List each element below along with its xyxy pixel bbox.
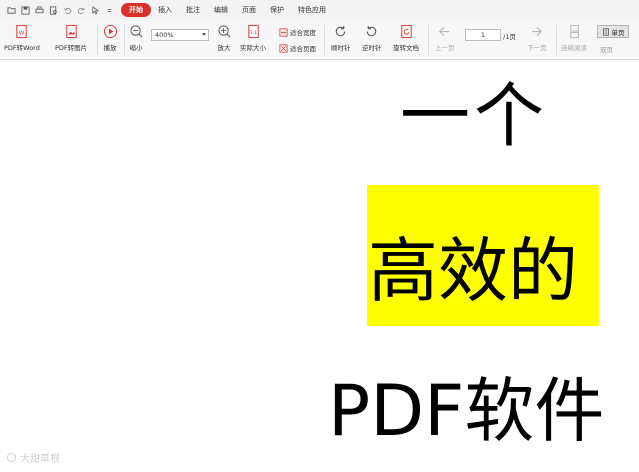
rotate-counterclockwise-icon (364, 23, 380, 39)
fit-width-icon (279, 27, 288, 37)
zoom-in-icon (216, 23, 232, 39)
quick-access-toolbar (0, 5, 115, 16)
play-button[interactable]: 播放 (102, 23, 118, 52)
tab-protect[interactable]: 保护 (263, 3, 291, 17)
previous-page-button[interactable]: 上一页 (435, 23, 455, 52)
svg-text:W: W (19, 30, 25, 36)
fit-page-button[interactable]: 适合页面 (279, 43, 316, 53)
ribbon-separator (97, 25, 98, 55)
rotate-document-icon (398, 23, 414, 39)
ribbon-toolbar: W PDF转Word PDF转图片 播放 缩小 400% 放大 1:1 实际大小… (0, 20, 639, 60)
page-total-label: /1页 (503, 33, 516, 41)
play-icon (102, 23, 118, 39)
redo-icon[interactable] (76, 5, 87, 16)
tab-insert[interactable]: 插入 (151, 3, 179, 17)
next-page-button[interactable]: 下一页 (527, 23, 547, 52)
cursor-tool-icon[interactable] (90, 5, 101, 16)
arrow-left-icon (437, 23, 453, 39)
tab-features[interactable]: 特色应用 (291, 3, 333, 17)
actual-size-icon: 1:1 (245, 23, 261, 39)
fit-page-icon (279, 43, 288, 53)
ribbon-separator (324, 25, 325, 55)
print-icon[interactable] (34, 5, 45, 16)
pdf-to-image-icon (63, 23, 79, 39)
pdf-to-word-button[interactable]: W PDF转Word (4, 23, 40, 52)
document-canvas[interactable]: 一个 高效的 PDF软件 (0, 61, 639, 472)
watermark: 大甜草根 (6, 450, 60, 465)
zoom-out-button[interactable]: 缩小 (128, 23, 144, 52)
pdf-to-image-button[interactable]: PDF转图片 (55, 23, 87, 52)
ribbon-separator (556, 25, 557, 55)
pdf-to-word-icon: W (14, 23, 30, 39)
ribbon-tabs: 开始 插入 批注 编辑 页面 保护 特色应用 (121, 3, 333, 17)
zoom-out-icon (128, 23, 144, 39)
single-page-button[interactable]: 单页 (597, 25, 629, 38)
zoom-level-select[interactable]: 400% (151, 29, 209, 41)
single-page-icon (602, 27, 609, 36)
undo-icon[interactable] (62, 5, 73, 16)
print-preview-icon[interactable] (48, 5, 59, 16)
ribbon-separator (124, 25, 125, 55)
ribbon-separator (428, 25, 429, 55)
page-number-input[interactable]: 1 (465, 29, 501, 41)
svg-text:1:1: 1:1 (249, 29, 257, 35)
arrow-right-icon (529, 23, 545, 39)
document-text-line-2: 高效的 (368, 230, 578, 312)
zoom-in-button[interactable]: 放大 (216, 23, 232, 52)
continuous-reading-button[interactable]: 连续阅读 (561, 23, 587, 52)
save-icon[interactable] (20, 5, 31, 16)
rotate-clockwise-button[interactable]: 顺时针 (331, 23, 351, 52)
rotate-document-button[interactable]: 旋转文档 (393, 23, 419, 52)
customize-toolbar-icon[interactable] (104, 5, 115, 16)
rotate-counterclockwise-button[interactable]: 逆时针 (362, 23, 382, 52)
actual-size-button[interactable]: 1:1 实际大小 (240, 23, 266, 52)
chevron-down-icon (202, 33, 206, 36)
continuous-reading-icon (566, 23, 582, 39)
view-mode-button[interactable]: 双页 (600, 44, 613, 54)
fit-width-button[interactable]: 适合宽度 (279, 27, 316, 37)
tab-annotate[interactable]: 批注 (179, 3, 207, 17)
tab-edit[interactable]: 编辑 (207, 3, 235, 17)
watermark-logo-icon (6, 452, 17, 463)
tab-page[interactable]: 页面 (235, 3, 263, 17)
menu-bar: 开始 插入 批注 编辑 页面 保护 特色应用 (0, 0, 639, 20)
tab-home[interactable]: 开始 (121, 3, 151, 17)
document-text-line-1: 一个 (400, 75, 548, 157)
open-folder-icon[interactable] (6, 5, 17, 16)
rotate-clockwise-icon (333, 23, 349, 39)
document-text-line-3: PDF软件 (328, 370, 605, 452)
